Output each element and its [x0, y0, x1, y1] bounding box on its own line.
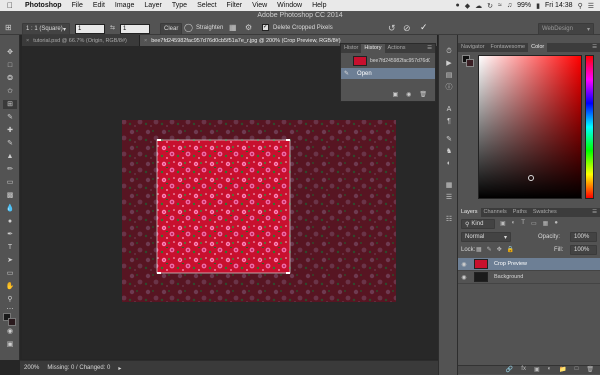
- panel-menu-icon[interactable]: ☰: [424, 44, 435, 53]
- tab-actions[interactable]: Actions: [385, 44, 409, 53]
- fill-label: Fill:: [554, 247, 564, 253]
- history-icon[interactable]: ⏱: [443, 47, 455, 56]
- fill-field[interactable]: 100%: [570, 245, 597, 255]
- filter-type-icon[interactable]: T: [521, 220, 525, 227]
- color-picker-cursor[interactable]: [528, 175, 534, 181]
- opacity-label: Opacity:: [538, 234, 561, 240]
- tab-fontawesome[interactable]: Fontawesome: [488, 43, 529, 52]
- lock-transparent-icon[interactable]: ▦: [476, 246, 482, 253]
- camera-icon[interactable]: ◉: [406, 91, 411, 101]
- tab-navigator[interactable]: Navigator: [458, 43, 488, 52]
- tab-paths[interactable]: Paths: [510, 208, 530, 217]
- doc-info: Missing: 0 / Changed: 0: [47, 365, 111, 371]
- filter-shape-icon[interactable]: ▭: [531, 220, 537, 227]
- layers-panel: Layers Channels Paths Swatches ☰ ⚲ Kind …: [458, 208, 600, 375]
- layer-name[interactable]: Crop Preview: [494, 261, 527, 267]
- tab-history[interactable]: History: [361, 44, 385, 53]
- eye-icon[interactable]: ◉: [458, 261, 470, 268]
- layer-filter-value: Kind: [471, 221, 484, 227]
- clone-source-icon[interactable]: ♞: [443, 147, 455, 156]
- layer-thumbnail: [474, 259, 488, 269]
- adjustment-layer-icon[interactable]: ◐: [548, 366, 552, 374]
- character-icon[interactable]: A: [443, 105, 455, 114]
- history-step-open[interactable]: ✎ Open: [341, 68, 435, 79]
- panel-icon-strip: ⏱ ▶ ▤ ⓘ A ¶ ✎ ♞ ◐ ▦ ☰ ☷: [438, 35, 458, 375]
- history-step-label: Open: [357, 70, 372, 77]
- lock-position-icon[interactable]: ✥: [497, 246, 502, 253]
- lock-all-icon[interactable]: 🔒: [507, 246, 514, 253]
- paragraph-icon[interactable]: ¶: [443, 117, 455, 126]
- new-layer-icon[interactable]: □: [575, 366, 579, 374]
- blend-mode-value: Normal: [465, 234, 485, 240]
- filter-pixel-icon[interactable]: ▣: [500, 220, 506, 227]
- lock-pixels-icon[interactable]: ✎: [487, 246, 492, 253]
- panel-menu-icon[interactable]: ☰: [589, 43, 600, 52]
- trash-icon[interactable]: 🗑: [586, 366, 594, 374]
- trash-icon[interactable]: 🗑: [419, 91, 427, 101]
- styles-icon[interactable]: ▦: [443, 181, 455, 190]
- tab-swatches[interactable]: Swatches: [530, 208, 560, 217]
- layers-comp-icon[interactable]: ▤: [443, 71, 455, 80]
- color-panel: Navigator Fontawesome Color ☰: [458, 43, 600, 205]
- lock-label: Lock:: [461, 247, 476, 253]
- layer-filter-select[interactable]: ⚲ Kind: [461, 219, 495, 229]
- folder-icon[interactable]: 📁: [559, 366, 566, 374]
- filter-smart-icon[interactable]: ▦: [543, 220, 549, 227]
- layer-thumbnail: [474, 272, 488, 282]
- tab-color[interactable]: Color: [528, 43, 548, 52]
- search-icon: ⚲: [465, 221, 470, 228]
- blend-mode-select[interactable]: Normal ▾: [461, 232, 511, 242]
- new-document-icon[interactable]: ▣: [392, 91, 398, 101]
- fx-icon[interactable]: fx: [521, 366, 526, 374]
- link-icon[interactable]: 🔗: [506, 366, 513, 374]
- eye-icon[interactable]: ◉: [458, 274, 470, 281]
- info-icon[interactable]: ⓘ: [443, 83, 455, 92]
- properties-icon[interactable]: ☰: [443, 193, 455, 202]
- crop-box[interactable]: [157, 140, 290, 273]
- brush-presets-icon[interactable]: ✎: [443, 135, 455, 144]
- filter-toggle-icon[interactable]: ●: [554, 220, 558, 227]
- snapshot-thumbnail: [353, 55, 367, 66]
- snapshot-label: bee7fd245982fac957d76d0...: [370, 57, 430, 64]
- tab-channels[interactable]: Channels: [481, 208, 510, 217]
- status-bar: 200% Missing: 0 / Changed: 0 ▸: [20, 360, 438, 375]
- history-brush-icon[interactable]: ✎: [344, 70, 349, 77]
- chevron-right-icon[interactable]: ▸: [118, 365, 121, 372]
- libraries-icon[interactable]: ☷: [443, 215, 455, 224]
- layer-row-crop-preview[interactable]: ◉ Crop Preview: [458, 258, 600, 271]
- opacity-field[interactable]: 100%: [570, 232, 597, 242]
- layer-name[interactable]: Background: [494, 274, 523, 280]
- hue-slider[interactable]: [585, 55, 594, 199]
- filter-adjustment-icon[interactable]: ◐: [512, 220, 516, 227]
- actions-icon[interactable]: ▶: [443, 59, 455, 68]
- zoom-level[interactable]: 200%: [24, 365, 39, 371]
- history-snapshot[interactable]: bee7fd245982fac957d76d0...: [341, 54, 435, 67]
- bg-color-chip[interactable]: [466, 59, 474, 67]
- adjustments-icon[interactable]: ◐: [443, 159, 455, 168]
- mask-icon[interactable]: ▣: [534, 366, 540, 374]
- tab-history-options[interactable]: Histor: [341, 44, 361, 53]
- layer-row-background[interactable]: ◉ Background: [458, 271, 600, 284]
- tab-layers[interactable]: Layers: [458, 208, 481, 217]
- panel-menu-icon[interactable]: ☰: [589, 208, 600, 217]
- chevron-down-icon: ▾: [503, 234, 507, 241]
- history-panel: Histor History Actions ☰ bee7fd245982fac…: [340, 43, 436, 102]
